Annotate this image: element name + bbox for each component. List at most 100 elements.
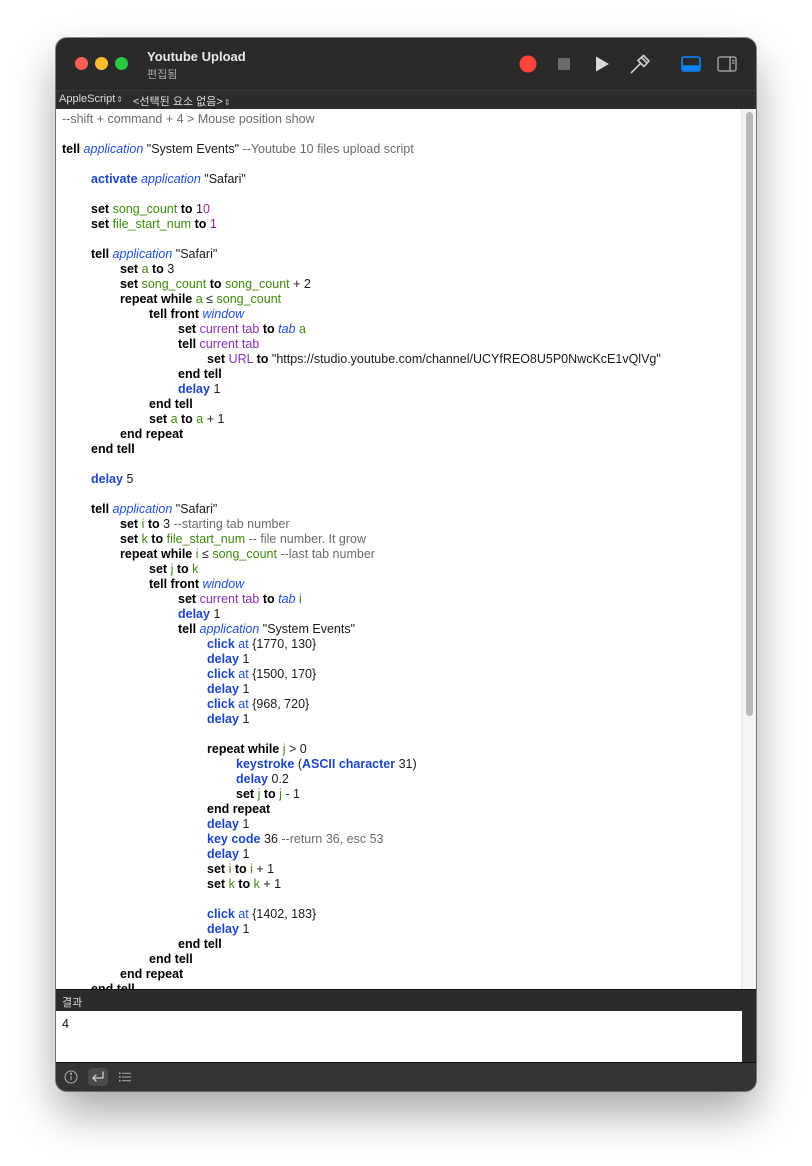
log-view-icon[interactable]	[680, 53, 702, 75]
code-line[interactable]: set current tab to tab i	[62, 592, 661, 607]
editor-scrollbar[interactable]	[741, 109, 756, 989]
code-line[interactable]	[62, 487, 661, 502]
run-icon[interactable]	[591, 53, 613, 75]
code-line[interactable]: click at {968, 720}	[62, 697, 661, 712]
code-token: 1	[238, 652, 250, 666]
language-popup[interactable]: AppleScript⇕	[59, 93, 123, 105]
code-line[interactable]: end repeat	[62, 427, 661, 442]
code-line[interactable]: tell front window	[62, 307, 661, 322]
code-line[interactable]: set i to i + 1	[62, 862, 661, 877]
code-line[interactable]	[62, 892, 661, 907]
code-line[interactable]: set k to k + 1	[62, 877, 661, 892]
code-line[interactable]	[62, 727, 661, 742]
code-token: tell	[178, 622, 197, 636]
code-line[interactable]: set current tab to tab a	[62, 322, 661, 337]
compile-icon[interactable]	[629, 53, 651, 75]
code-line[interactable]: --shift + command + 4 > Mouse position s…	[62, 112, 661, 127]
code-token: end tell	[178, 937, 222, 951]
list-icon[interactable]	[115, 1068, 135, 1086]
code-token: at	[238, 907, 249, 921]
code-line[interactable]: end tell	[62, 442, 661, 457]
code-line[interactable]	[62, 127, 661, 142]
code-line[interactable]: repeat while a ≤ song_count	[62, 292, 661, 307]
code-line[interactable]: tell application "System Events" --Youtu…	[62, 142, 661, 157]
code-line[interactable]: delay 1	[62, 652, 661, 667]
code-line[interactable]: delay 1	[62, 382, 661, 397]
code-line[interactable]: set file_start_num to 1	[62, 217, 661, 232]
code-line[interactable]: set a to 3	[62, 262, 661, 277]
code-line[interactable]: set URL to "https://studio.youtube.com/c…	[62, 352, 661, 367]
result-scrollbar[interactable]	[742, 1011, 756, 1062]
sidebar-icon[interactable]	[716, 53, 738, 75]
code-token: at	[238, 697, 249, 711]
code-line[interactable]	[62, 232, 661, 247]
code-line[interactable]	[62, 157, 661, 172]
result-pane[interactable]: 4	[56, 1011, 756, 1062]
code-line[interactable]: tell current tab	[62, 337, 661, 352]
code-line[interactable]: key code 36 --return 36, esc 53	[62, 832, 661, 847]
code-token: delay	[207, 817, 239, 831]
code-line[interactable]: delay 1	[62, 922, 661, 937]
code-line[interactable]: set j to j - 1	[62, 787, 661, 802]
code-line[interactable]: repeat while i ≤ song_count --last tab n…	[62, 547, 661, 562]
zoom-window-button[interactable]	[115, 57, 128, 70]
code-token: a	[298, 322, 306, 336]
code-line[interactable]: delay 1	[62, 817, 661, 832]
code-token: - 1	[281, 787, 300, 801]
code-line[interactable]: set song_count to 10	[62, 202, 661, 217]
script-editor-window: Youtube Upload 편집됨 AppleScript⇕ <선택된 요소 …	[56, 38, 756, 1091]
minimize-window-button[interactable]	[95, 57, 108, 70]
code-line[interactable]: end tell	[62, 937, 661, 952]
code-line[interactable]: set i to 3 --starting tab number	[62, 517, 661, 532]
code-line[interactable]: delay 1	[62, 607, 661, 622]
record-icon[interactable]	[517, 53, 539, 75]
code-line[interactable]: tell application "Safari"	[62, 502, 661, 517]
code-line[interactable]	[62, 187, 661, 202]
code-line[interactable]: tell front window	[62, 577, 661, 592]
code-line[interactable]: end tell	[62, 952, 661, 967]
code-line[interactable]: end tell	[62, 367, 661, 382]
code-line[interactable]: set a to a + 1	[62, 412, 661, 427]
code-line[interactable]: end repeat	[62, 802, 661, 817]
code-line[interactable]: delay 0.2	[62, 772, 661, 787]
stop-icon[interactable]	[553, 53, 575, 75]
code-line[interactable]: set song_count to song_count + 2	[62, 277, 661, 292]
code-line[interactable]: click at {1402, 183}	[62, 907, 661, 922]
code-line[interactable]: end tell	[62, 397, 661, 412]
code-line[interactable]: delay 1	[62, 682, 661, 697]
title-bar[interactable]: Youtube Upload 편집됨	[56, 38, 756, 90]
return-value-icon[interactable]	[88, 1068, 108, 1086]
info-icon[interactable]	[61, 1068, 81, 1086]
code-line[interactable]: set k to file_start_num -- file number. …	[62, 532, 661, 547]
code-line[interactable]: tell application "Safari"	[62, 247, 661, 262]
code-line[interactable]: delay 1	[62, 847, 661, 862]
code-line[interactable]: click at {1500, 170}	[62, 667, 661, 682]
element-selector-popup[interactable]: <선택된 요소 없음>⇕	[133, 93, 231, 109]
code-line[interactable]: activate application "Safari"	[62, 172, 661, 187]
result-header: 결과	[56, 989, 756, 1012]
code-line[interactable]: repeat while j > 0	[62, 742, 661, 757]
script-source[interactable]: --shift + command + 4 > Mouse position s…	[62, 112, 661, 989]
editor-scroll-thumb[interactable]	[746, 112, 753, 716]
code-line[interactable]: tell application "System Events"	[62, 622, 661, 637]
close-window-button[interactable]	[75, 57, 88, 70]
code-line[interactable]: click at {1770, 130}	[62, 637, 661, 652]
code-line[interactable]: end repeat	[62, 967, 661, 982]
code-line[interactable]	[62, 457, 661, 472]
code-token: to	[256, 352, 269, 366]
code-token: "Safari"	[172, 247, 218, 261]
code-token: ≤	[198, 547, 213, 561]
code-line[interactable]: end tell	[62, 982, 661, 989]
code-line[interactable]: keystroke (ASCII character 31)	[62, 757, 661, 772]
script-editor[interactable]: --shift + command + 4 > Mouse position s…	[56, 109, 756, 989]
code-line[interactable]: delay 5	[62, 472, 661, 487]
code-line[interactable]: delay 1	[62, 712, 661, 727]
code-line[interactable]: set j to k	[62, 562, 661, 577]
